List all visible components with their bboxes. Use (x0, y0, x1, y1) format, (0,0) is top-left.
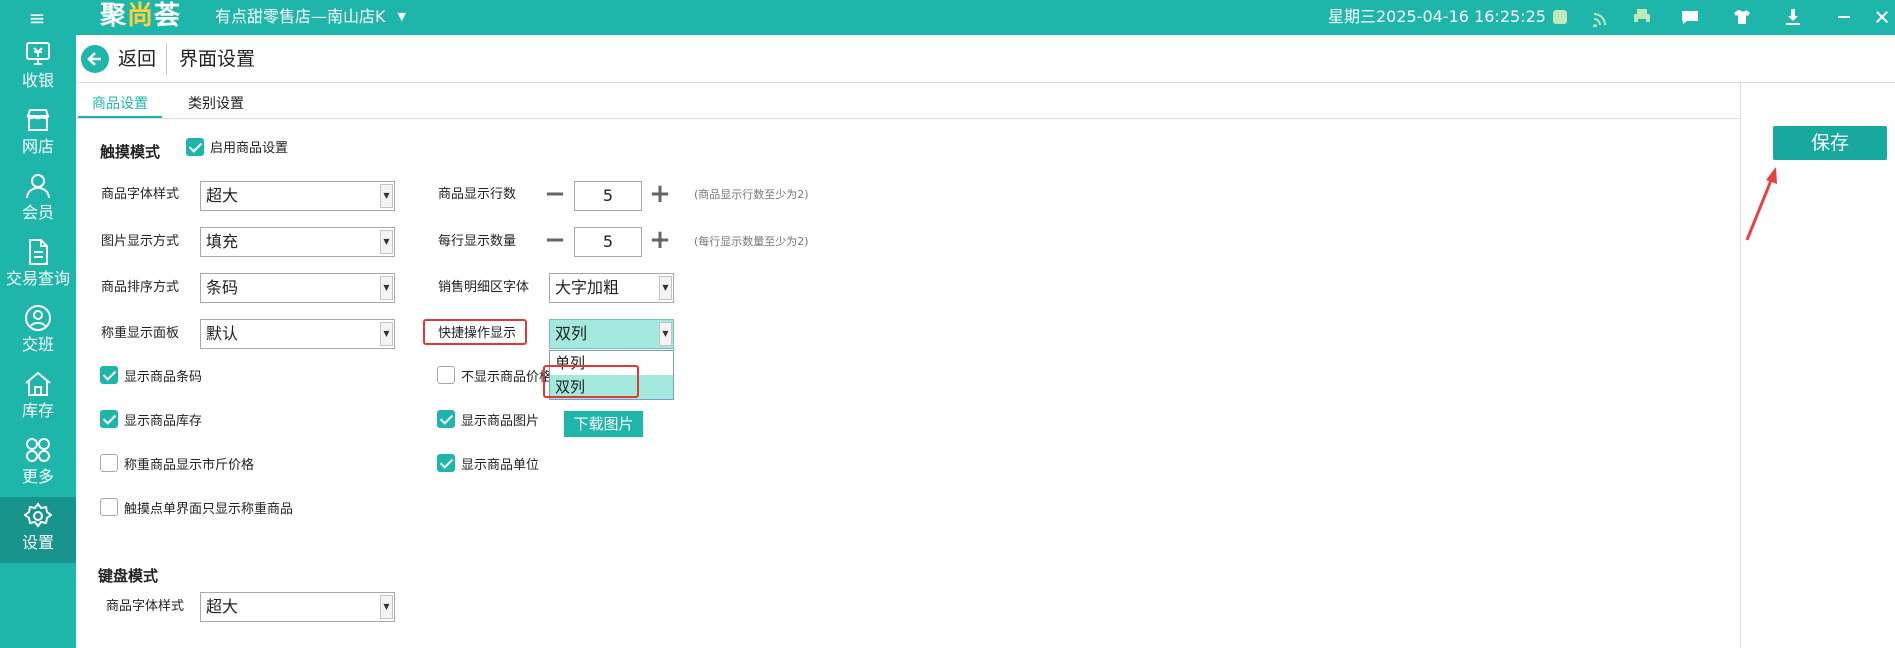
tabs-divider (76, 118, 1741, 119)
chevron-down-icon: ▼ (659, 322, 672, 346)
quick-op-dropdown: 单列 双列 (549, 350, 674, 400)
touch-only-weigh-checkbox[interactable] (100, 498, 118, 516)
page-title: 界面设置 (179, 48, 256, 70)
show-image-checkbox[interactable] (437, 410, 455, 428)
show-stock-checkbox[interactable] (100, 410, 118, 428)
keyboard-font-style-select[interactable]: 超大 ▼ (200, 592, 395, 622)
transaction-query-icon (29, 239, 48, 265)
show-image-label[interactable]: 显示商品图片 (461, 413, 539, 431)
touch-only-weigh-label[interactable]: 触摸点单界面只显示称重商品 (124, 501, 293, 519)
show-barcode-checkbox[interactable] (100, 366, 118, 384)
minimize-icon[interactable] (1832, 5, 1856, 29)
message-icon[interactable] (1678, 5, 1702, 29)
sidebar-item-transaction-query[interactable]: 交易查询 (0, 233, 76, 297)
wallet-icon[interactable] (1548, 5, 1572, 29)
font-style-select[interactable]: 超大 ▼ (200, 181, 395, 211)
app-logo: 聚尚荟 (100, 1, 182, 31)
back-link[interactable]: 返回 (118, 47, 156, 71)
sort-mode-label: 商品排序方式 (101, 280, 180, 295)
top-bar: ≡ 聚尚荟 有点甜零售店—南山店K ▼ 星期三2025-04-16 16:25:2… (0, 0, 1895, 35)
store-selector[interactable]: 有点甜零售店—南山店K ▼ (215, 6, 406, 28)
rows-input[interactable]: 5 (574, 181, 642, 211)
chevron-down-icon: ▼ (380, 230, 393, 254)
weigh-jin-price-checkbox[interactable] (100, 454, 118, 472)
dropdown-option-single[interactable]: 单列 (550, 351, 673, 375)
touch-mode-title: 触摸模式 (100, 143, 161, 161)
display-rows-label: 商品显示行数 (438, 187, 517, 202)
wifi-icon[interactable] (1590, 5, 1614, 29)
hide-price-label[interactable]: 不显示商品价格 (461, 369, 551, 387)
sidebar-item-inventory[interactable]: 库存 (0, 365, 76, 429)
sidebar-item-settings[interactable]: 设置 (0, 497, 76, 563)
inventory-icon (25, 371, 51, 396)
enable-product-settings-checkbox[interactable] (186, 138, 204, 156)
download-icon[interactable] (1781, 5, 1805, 29)
page-header: 返回 界面设置 (76, 35, 1895, 83)
save-button[interactable]: 保存 (1773, 126, 1887, 160)
per-row-increment-button[interactable]: + (648, 226, 672, 256)
detail-font-select[interactable]: 大字加粗 ▼ (549, 273, 674, 303)
store-name: 有点甜零售店—南山店K (215, 7, 386, 26)
back-button[interactable] (81, 45, 109, 73)
quick-op-select[interactable]: 双列 ▼ (549, 319, 674, 349)
online-store-icon (26, 109, 50, 131)
sidebar-item-shift-handover[interactable]: 交班 (0, 299, 76, 363)
weigh-panel-label: 称重显示面板 (101, 326, 180, 341)
weigh-jin-price-label[interactable]: 称重商品显示市斤价格 (124, 457, 254, 475)
sidebar: 收银 网店 会员 交易查询 交班 库存 更多 设置 (0, 35, 76, 648)
close-icon[interactable] (1870, 5, 1894, 29)
shift-handover-icon (25, 305, 51, 331)
header-divider (166, 43, 167, 75)
weigh-panel-select[interactable]: 默认 ▼ (200, 319, 395, 349)
image-mode-select[interactable]: 填充 ▼ (200, 227, 395, 257)
sort-mode-select[interactable]: 条码 ▼ (200, 273, 395, 303)
dropdown-option-double[interactable]: 双列 (550, 375, 673, 399)
keyboard-mode-title: 键盘模式 (98, 567, 159, 585)
arrow-left-icon (87, 52, 101, 66)
member-icon (26, 174, 50, 199)
show-barcode-label[interactable]: 显示商品条码 (124, 369, 202, 387)
more-icon (26, 438, 50, 462)
per-row-hint: (每行显示数量至少为2) (694, 235, 809, 248)
printer-icon[interactable] (1630, 5, 1654, 29)
tab-category-settings[interactable]: 类别设置 (174, 93, 258, 115)
settings-icon (24, 502, 52, 528)
sidebar-item-online-store[interactable]: 网店 (0, 101, 76, 165)
per-row-label: 每行显示数量 (438, 234, 517, 249)
sidebar-item-member[interactable]: 会员 (0, 167, 76, 231)
chevron-down-icon: ▼ (380, 276, 393, 300)
show-unit-label[interactable]: 显示商品单位 (461, 457, 539, 475)
chevron-down-icon: ▼ (380, 322, 393, 346)
detail-font-label: 销售明细区字体 (438, 280, 530, 295)
font-style-label: 商品字体样式 (101, 187, 180, 202)
sidebar-item-more[interactable]: 更多 (0, 431, 76, 495)
per-row-input[interactable]: 5 (574, 227, 642, 257)
download-images-button[interactable]: 下载图片 (564, 411, 643, 437)
sidebar-item-cashier[interactable]: 收银 (0, 35, 76, 99)
panel-divider (1740, 83, 1741, 648)
menu-icon[interactable]: ≡ (24, 5, 50, 31)
keyboard-font-style-label: 商品字体样式 (106, 599, 185, 614)
show-unit-checkbox[interactable] (437, 454, 455, 472)
chevron-down-icon: ▼ (380, 595, 393, 619)
enable-product-settings-label[interactable]: 启用商品设置 (210, 140, 288, 158)
annotation-arrow (1745, 167, 1777, 241)
rows-increment-button[interactable]: + (648, 180, 672, 210)
rows-decrement-button[interactable]: − (543, 180, 567, 210)
cashier-icon (26, 42, 50, 65)
chevron-down-icon: ▼ (397, 10, 406, 23)
tab-product-settings[interactable]: 商品设置 (78, 93, 162, 119)
shirt-icon[interactable] (1730, 5, 1754, 29)
rows-hint: (商品显示行数至少为2) (694, 188, 809, 201)
hide-price-checkbox[interactable] (437, 366, 455, 384)
show-stock-label[interactable]: 显示商品库存 (124, 413, 202, 431)
datetime: 星期三2025-04-16 16:25:25 (1328, 7, 1546, 26)
chevron-down-icon: ▼ (380, 184, 393, 208)
per-row-decrement-button[interactable]: − (543, 226, 567, 256)
image-mode-label: 图片显示方式 (101, 234, 180, 249)
chevron-down-icon: ▼ (659, 276, 672, 300)
quick-op-label: 快捷操作显示 (438, 326, 517, 341)
